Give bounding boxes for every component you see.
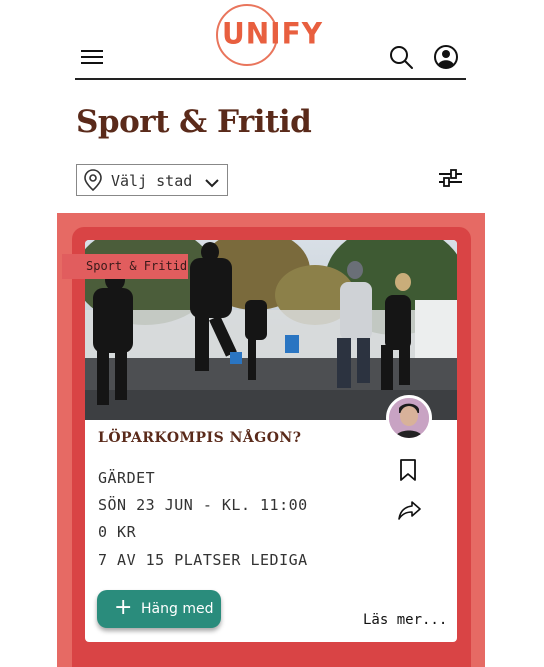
- event-datetime: SÖN 23 JUN - KL. 11:00: [98, 496, 308, 514]
- sliders-icon[interactable]: [438, 168, 463, 188]
- city-select-label: Välj stad: [111, 172, 193, 190]
- share-icon[interactable]: [397, 500, 422, 520]
- event-location: GÄRDET: [98, 469, 156, 487]
- chevron-down-icon: [204, 174, 220, 188]
- category-tag: Sport & Fritid: [62, 254, 188, 279]
- read-more-link[interactable]: Läs mer...: [363, 612, 447, 628]
- organizer-avatar[interactable]: [386, 395, 432, 441]
- bookmark-icon[interactable]: [399, 459, 417, 481]
- hamburger-menu-icon[interactable]: [81, 50, 103, 66]
- header-divider: [75, 78, 466, 80]
- city-select[interactable]: Välj stad: [76, 164, 228, 196]
- event-price: 0 KR: [98, 523, 137, 541]
- logo-text: UNIFY: [222, 16, 323, 51]
- search-icon[interactable]: [388, 44, 414, 70]
- event-spots: 7 AV 15 PLATSER LEDIGA: [98, 551, 308, 569]
- event-title: LÖPARKOMPIS NÅGON?: [98, 430, 302, 446]
- user-profile-icon[interactable]: [433, 44, 459, 70]
- plus-icon: +: [114, 595, 133, 620]
- location-pin-icon: [83, 169, 103, 192]
- join-button-label: Häng med: [141, 601, 214, 617]
- app-logo[interactable]: UNIFY: [213, 3, 329, 69]
- join-button[interactable]: + Häng med: [97, 590, 221, 628]
- page-title: Sport & Fritid: [76, 104, 312, 140]
